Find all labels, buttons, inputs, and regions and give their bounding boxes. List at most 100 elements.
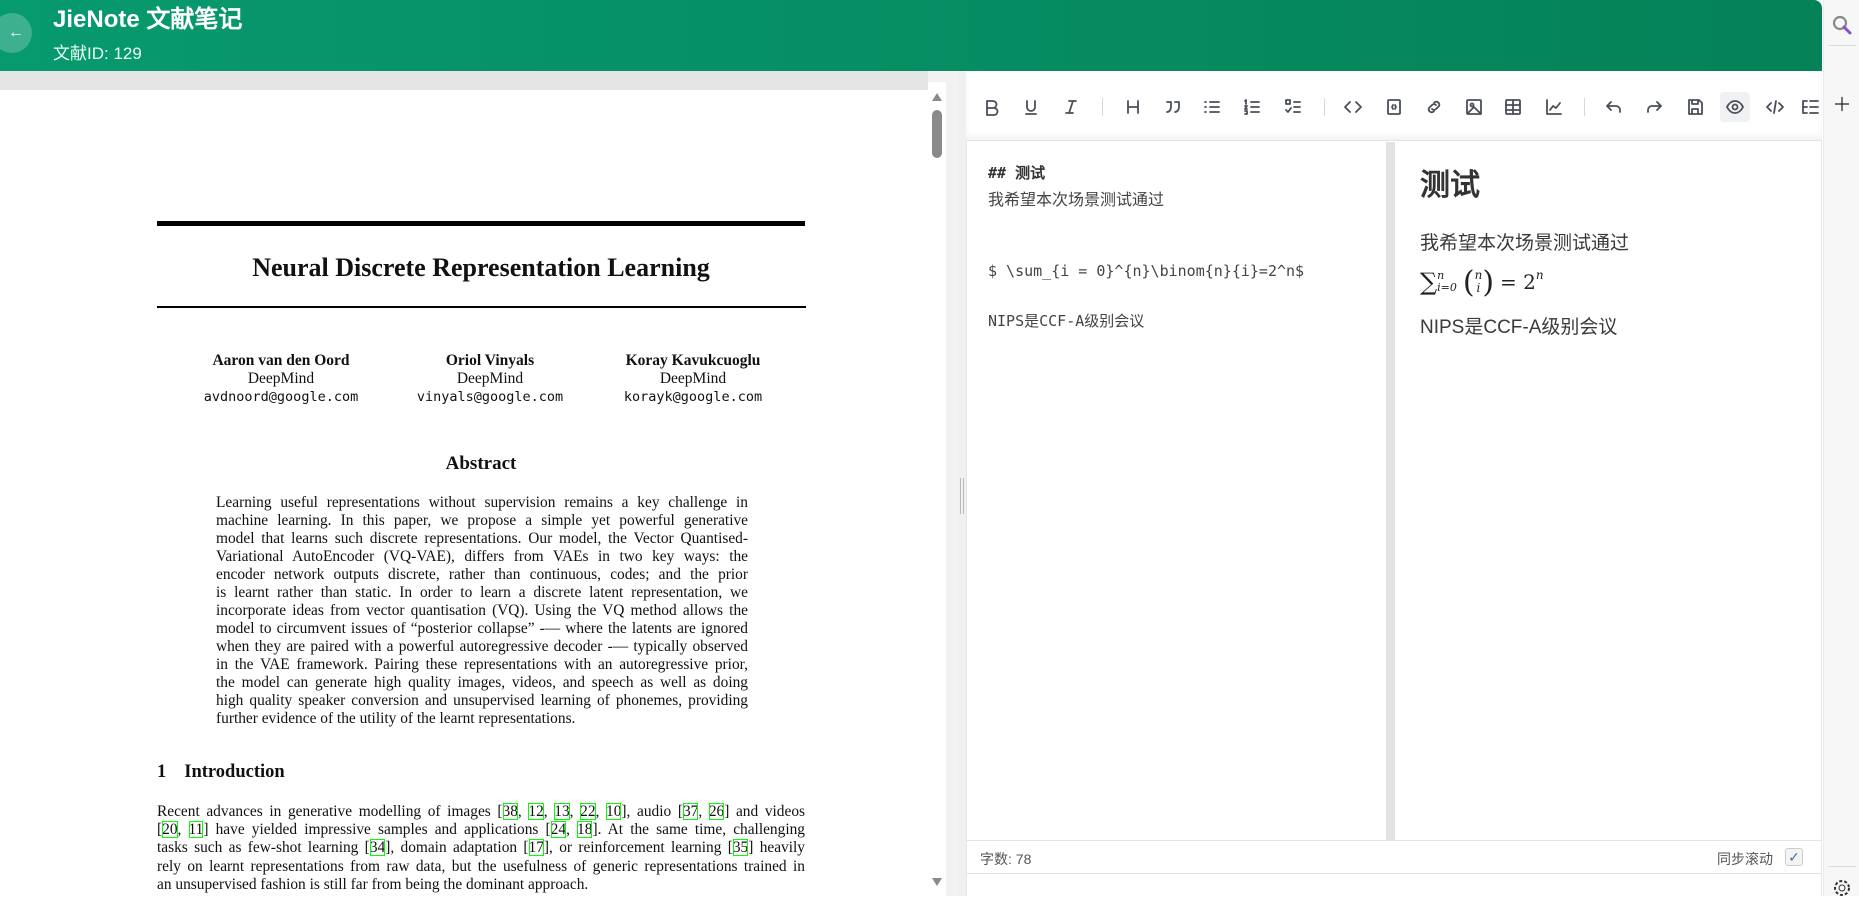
bold-button[interactable] (976, 92, 1006, 122)
author-name: Aaron van den Oord (212, 352, 350, 369)
abstract-line: the model can generate high quality imag… (216, 674, 748, 691)
unordered-list-button[interactable] (1197, 92, 1227, 122)
html-code-icon (1766, 100, 1784, 114)
intro-line: an unsupervised fashion is still far fro… (157, 876, 805, 894)
author-block: Aaron van den Oord DeepMind avdnoord@googl… (161, 352, 401, 406)
code-block-icon (1387, 99, 1401, 115)
ordered-list-button[interactable] (1237, 92, 1267, 122)
citation-link[interactable]: 35 (732, 839, 749, 857)
image-button[interactable] (1459, 92, 1489, 122)
citation-link[interactable]: 20 (162, 821, 178, 839)
underline-button[interactable] (1016, 92, 1046, 122)
word-count: 字数: 78 (980, 851, 1032, 867)
arrow-left-icon: ← (8, 24, 24, 41)
plus-icon[interactable] (1834, 96, 1850, 112)
citation-link[interactable]: 24 (550, 821, 567, 839)
citation-link[interactable]: 13 (554, 803, 570, 820)
source-line-note[interactable]: NIPS是CCF-A级别会议 (988, 310, 1144, 331)
redo-icon (1647, 101, 1662, 113)
scrollbar-thumb[interactable] (932, 110, 942, 158)
source-line-paragraph[interactable]: 我希望本次场景测试通过 (988, 186, 1164, 210)
italic-button[interactable] (1056, 92, 1086, 122)
intro-text: an unsupervised fashion is still far fro… (157, 875, 589, 893)
pdf-page: Neural Discrete Representation Learning … (0, 90, 928, 896)
math-sub: i=0 (1437, 281, 1457, 294)
scroll-down-arrow-icon[interactable] (932, 878, 942, 886)
citation-link[interactable]: 34 (369, 839, 386, 857)
inline-code-button[interactable] (1338, 92, 1368, 122)
intro-line: tasks such as few-shot learning [34], do… (157, 839, 805, 857)
intro-text: ] heavily (748, 839, 805, 857)
undo-button[interactable] (1599, 92, 1629, 122)
underline-icon (1025, 100, 1037, 115)
intro-text: , (177, 821, 189, 839)
sidebar-separator (1828, 45, 1856, 46)
citation-link[interactable]: 17 (528, 839, 544, 857)
author-affiliation: DeepMind (659, 370, 727, 387)
intro-text: ] and videos (724, 803, 805, 820)
intro-line: Recent advances in generative modelling … (157, 803, 805, 821)
editor-status-bar: 字数: 78 同步滚动 ✓ (967, 840, 1821, 874)
section-heading: 1 Introduction (157, 762, 285, 783)
task-list-icon (1285, 99, 1301, 113)
citation-link[interactable]: 12 (528, 803, 544, 820)
heading-button[interactable] (1118, 92, 1148, 122)
author-block: Koray Kavukcuoglu DeepMind korayk@google.c… (573, 352, 813, 406)
abstract-heading: Abstract (445, 453, 517, 474)
source-line-math[interactable]: $ \sum_{i = 0}^{n}\binom{n}{i}=2^n$ (988, 262, 1304, 280)
sync-scroll-checkbox[interactable]: ✓ (1785, 848, 1803, 866)
save-button[interactable] (1680, 92, 1710, 122)
toolbar-separator (1584, 98, 1585, 116)
citation-link[interactable]: 11 (188, 821, 204, 839)
pdf-scrollbar[interactable] (928, 82, 946, 896)
section-number: 1 (157, 762, 167, 782)
abstract-line: encoder network outputs discrete, rather… (216, 566, 748, 583)
browser-sidebar (1823, 0, 1859, 896)
quote-button[interactable] (1158, 92, 1188, 122)
introduction-text: Recent advances in generative modelling … (157, 803, 805, 894)
table-button[interactable] (1498, 92, 1528, 122)
task-list-button[interactable] (1278, 92, 1308, 122)
app-header (0, 0, 1822, 71)
abstract-line: when they are paired with a powerful aut… (216, 638, 748, 655)
preview-button[interactable] (1720, 92, 1750, 122)
catalog-button[interactable] (1800, 92, 1821, 122)
intro-text: , (698, 803, 709, 820)
citation-link[interactable]: 37 (682, 803, 699, 820)
save-icon (1688, 99, 1703, 115)
intro-text: rely on learnt representations from raw … (157, 857, 805, 875)
markdown-source-pane[interactable]: ## 测试 我希望本次场景测试通过 $ \sum_{i = 0}^{n}\bin… (967, 142, 1386, 840)
app-title: JieNote 文献笔记 (53, 6, 243, 33)
resizer-grip-icon[interactable] (960, 478, 964, 514)
pane-divider[interactable] (1386, 142, 1395, 840)
citation-link[interactable]: 10 (606, 803, 622, 820)
title-rule-top (157, 221, 805, 226)
citation-link[interactable]: 26 (708, 803, 725, 820)
intro-text: , (543, 803, 555, 820)
code-block-button[interactable] (1379, 92, 1409, 122)
author-email: korayk@google.com (623, 389, 763, 405)
intro-text: ], or reinforcement learning [ (543, 839, 733, 857)
link-button[interactable] (1419, 92, 1449, 122)
eye-icon (1726, 100, 1744, 114)
redo-button[interactable] (1639, 92, 1669, 122)
search-icon[interactable] (1831, 14, 1853, 36)
gear-icon[interactable] (1832, 878, 1852, 898)
citation-link[interactable]: 18 (577, 821, 593, 839)
source-line-heading[interactable]: ## 测试 (988, 162, 1045, 183)
preview-math-formula: ∑ n i=0 ( ni ) = 2 n (1420, 264, 1544, 300)
intro-text: tasks such as few-shot learning [ (157, 839, 370, 857)
chart-button[interactable] (1539, 92, 1569, 122)
author-email: avdnoord@google.com (203, 389, 359, 405)
math-exponent: n (1535, 268, 1544, 282)
scroll-up-arrow-icon[interactable] (932, 93, 942, 101)
abstract-line: model that learns such discrete represen… (216, 530, 748, 547)
pdf-page-gap (0, 71, 928, 90)
title-rule-bottom (157, 306, 806, 308)
author-affiliation: DeepMind (247, 370, 315, 387)
citation-link[interactable]: 22 (580, 803, 596, 820)
citation-link[interactable]: 38 (502, 803, 518, 820)
abstract-line: high quality speaker conversion and unsu… (216, 692, 748, 709)
author-name: Koray Kavukcuoglu (625, 352, 761, 369)
html-code-button[interactable] (1760, 92, 1790, 122)
